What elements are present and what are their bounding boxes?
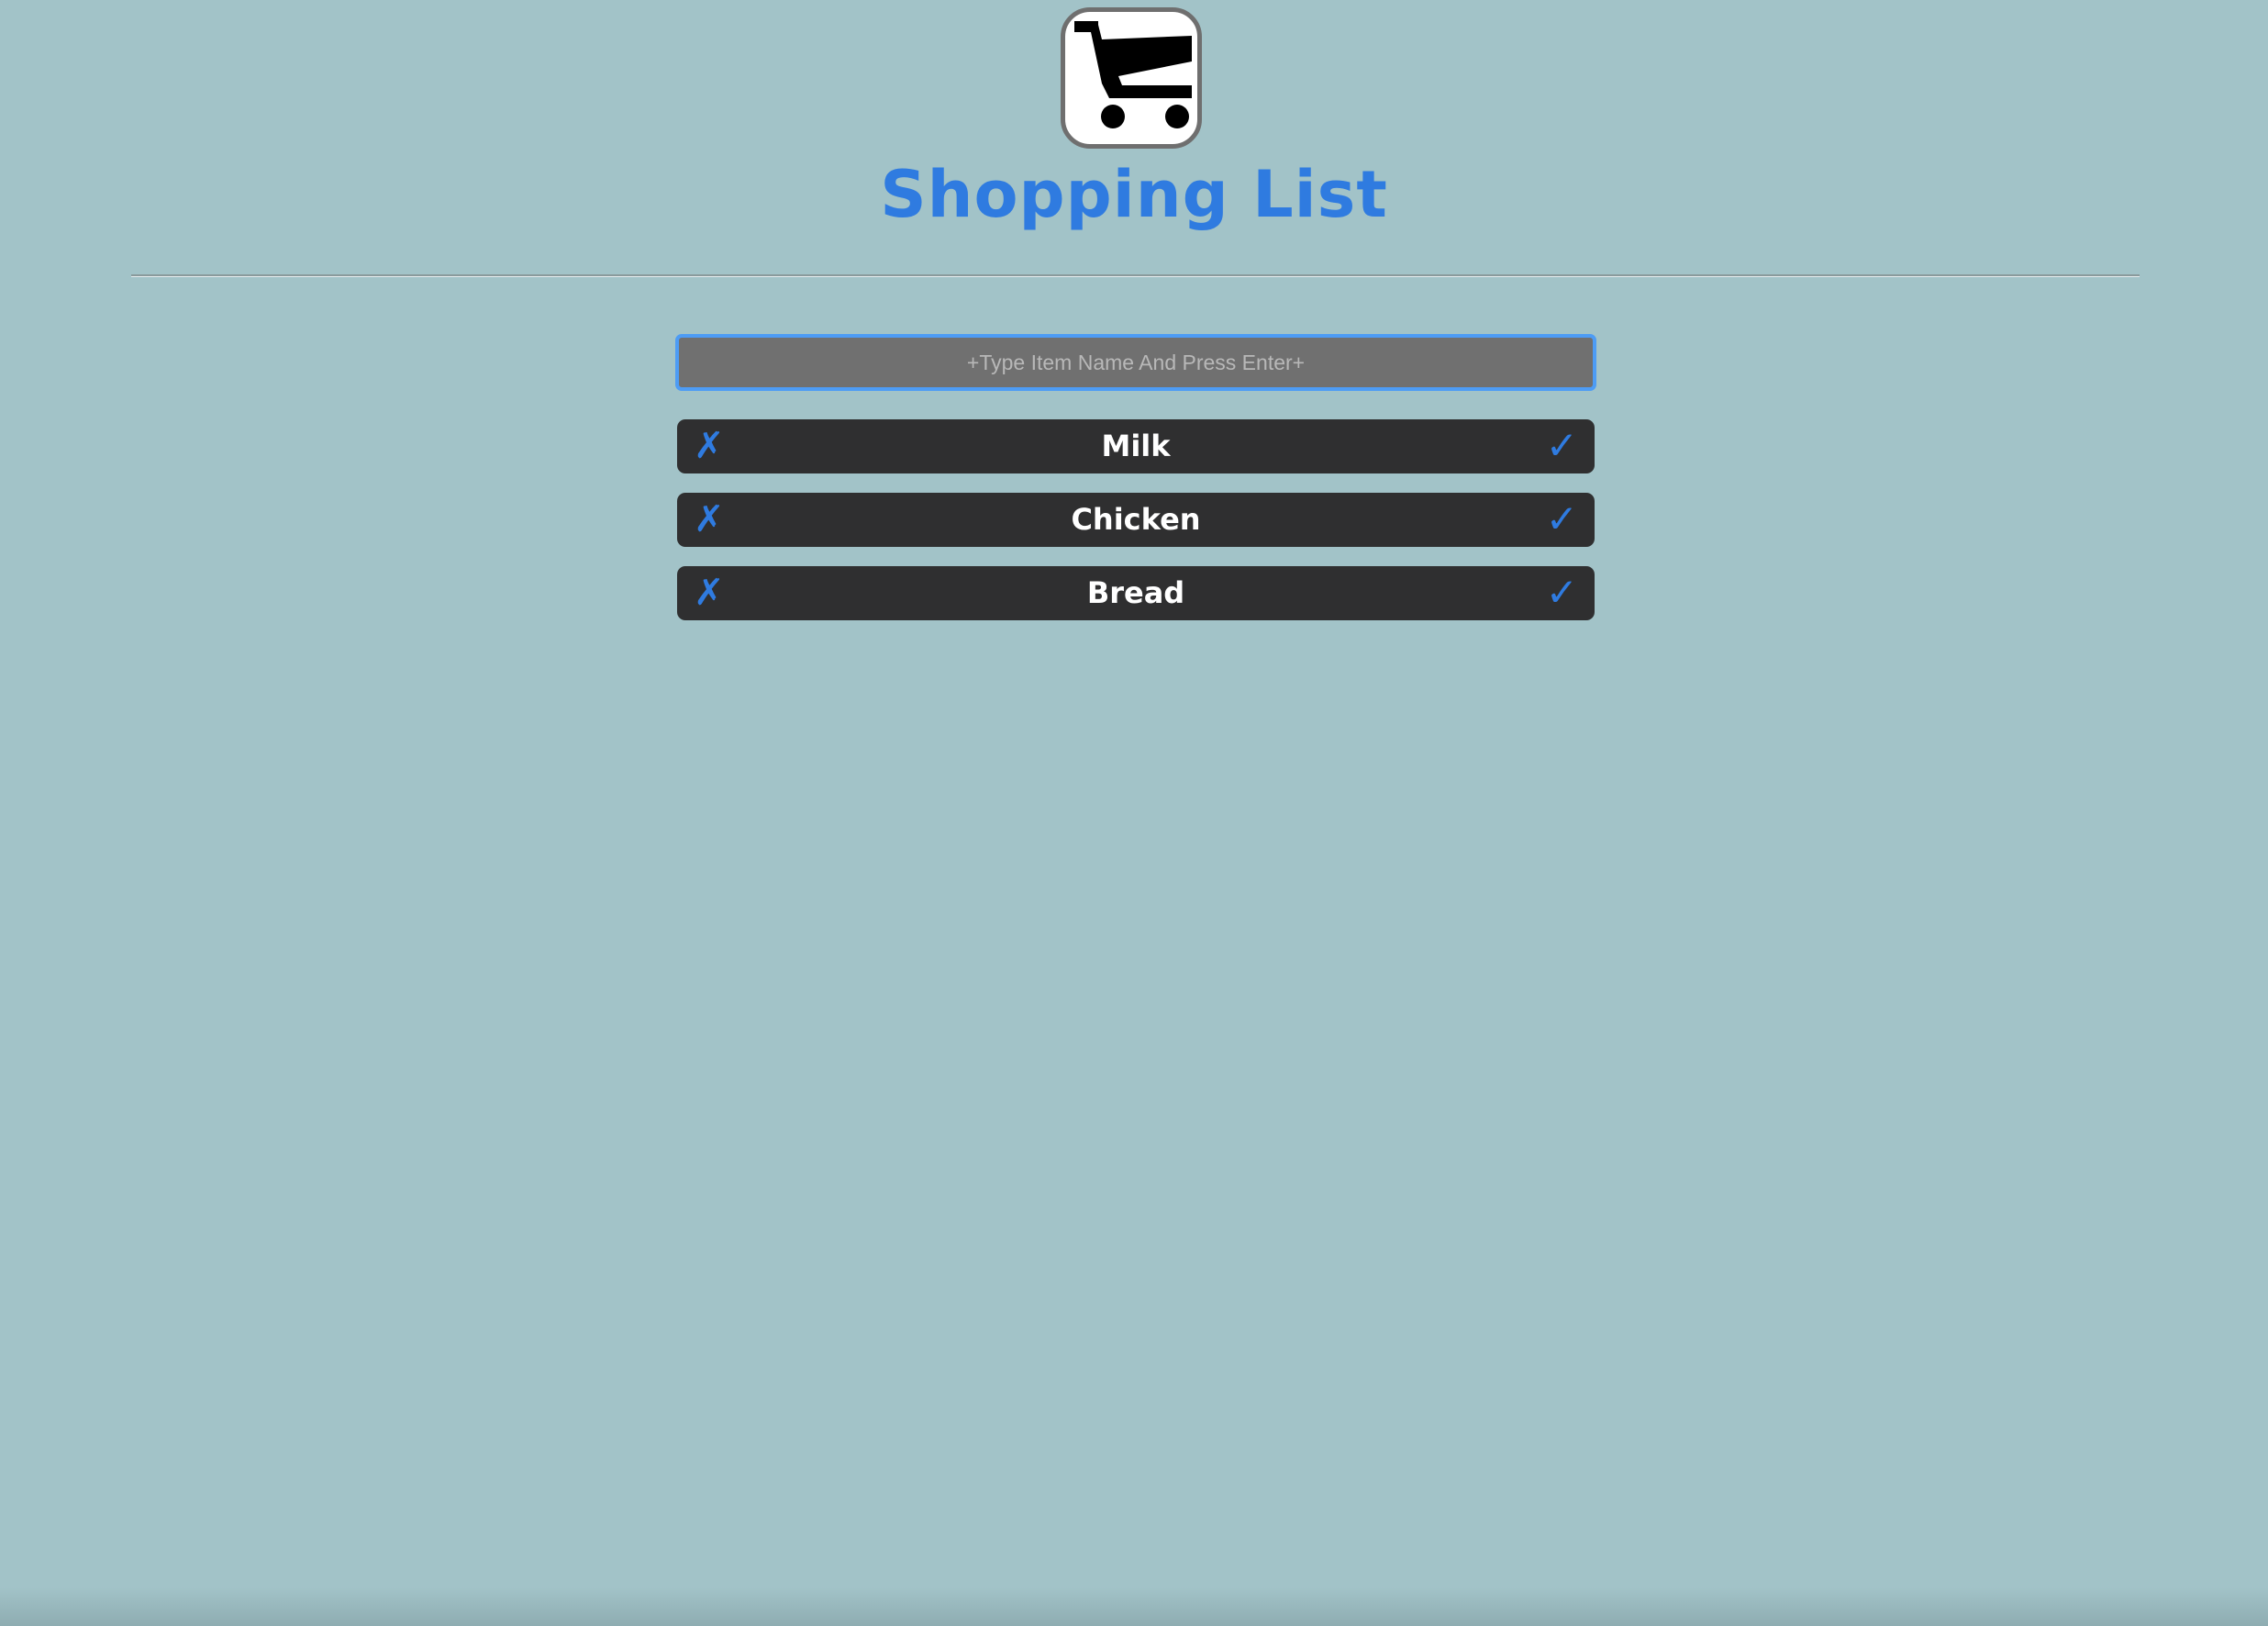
mark-done-button[interactable]: ✓: [1546, 566, 1578, 620]
item-name: Chicken: [1071, 502, 1201, 537]
list-item: ✗ Bread ✓: [677, 566, 1595, 620]
remove-item-button[interactable]: ✗: [694, 419, 725, 473]
new-item-input-wrapper: [675, 334, 1596, 391]
list-item: ✗ Milk ✓: [677, 419, 1595, 473]
mark-done-button[interactable]: ✓: [1546, 493, 1578, 547]
item-name: Milk: [1101, 429, 1171, 463]
remove-item-button[interactable]: ✗: [694, 493, 725, 547]
shopping-list: ✗ Milk ✓ ✗ Chicken ✓ ✗ Bread ✓: [677, 419, 1595, 640]
new-item-input[interactable]: [679, 338, 1593, 387]
bottom-shadow: [0, 1587, 2268, 1626]
header-divider: [131, 274, 2140, 277]
item-name: Bread: [1086, 575, 1185, 610]
page-title: Shopping List: [880, 157, 1388, 232]
mark-done-button[interactable]: ✓: [1546, 419, 1578, 473]
shopping-cart-icon: [1061, 7, 1202, 149]
remove-item-button[interactable]: ✗: [694, 566, 725, 620]
list-item: ✗ Chicken ✓: [677, 493, 1595, 547]
